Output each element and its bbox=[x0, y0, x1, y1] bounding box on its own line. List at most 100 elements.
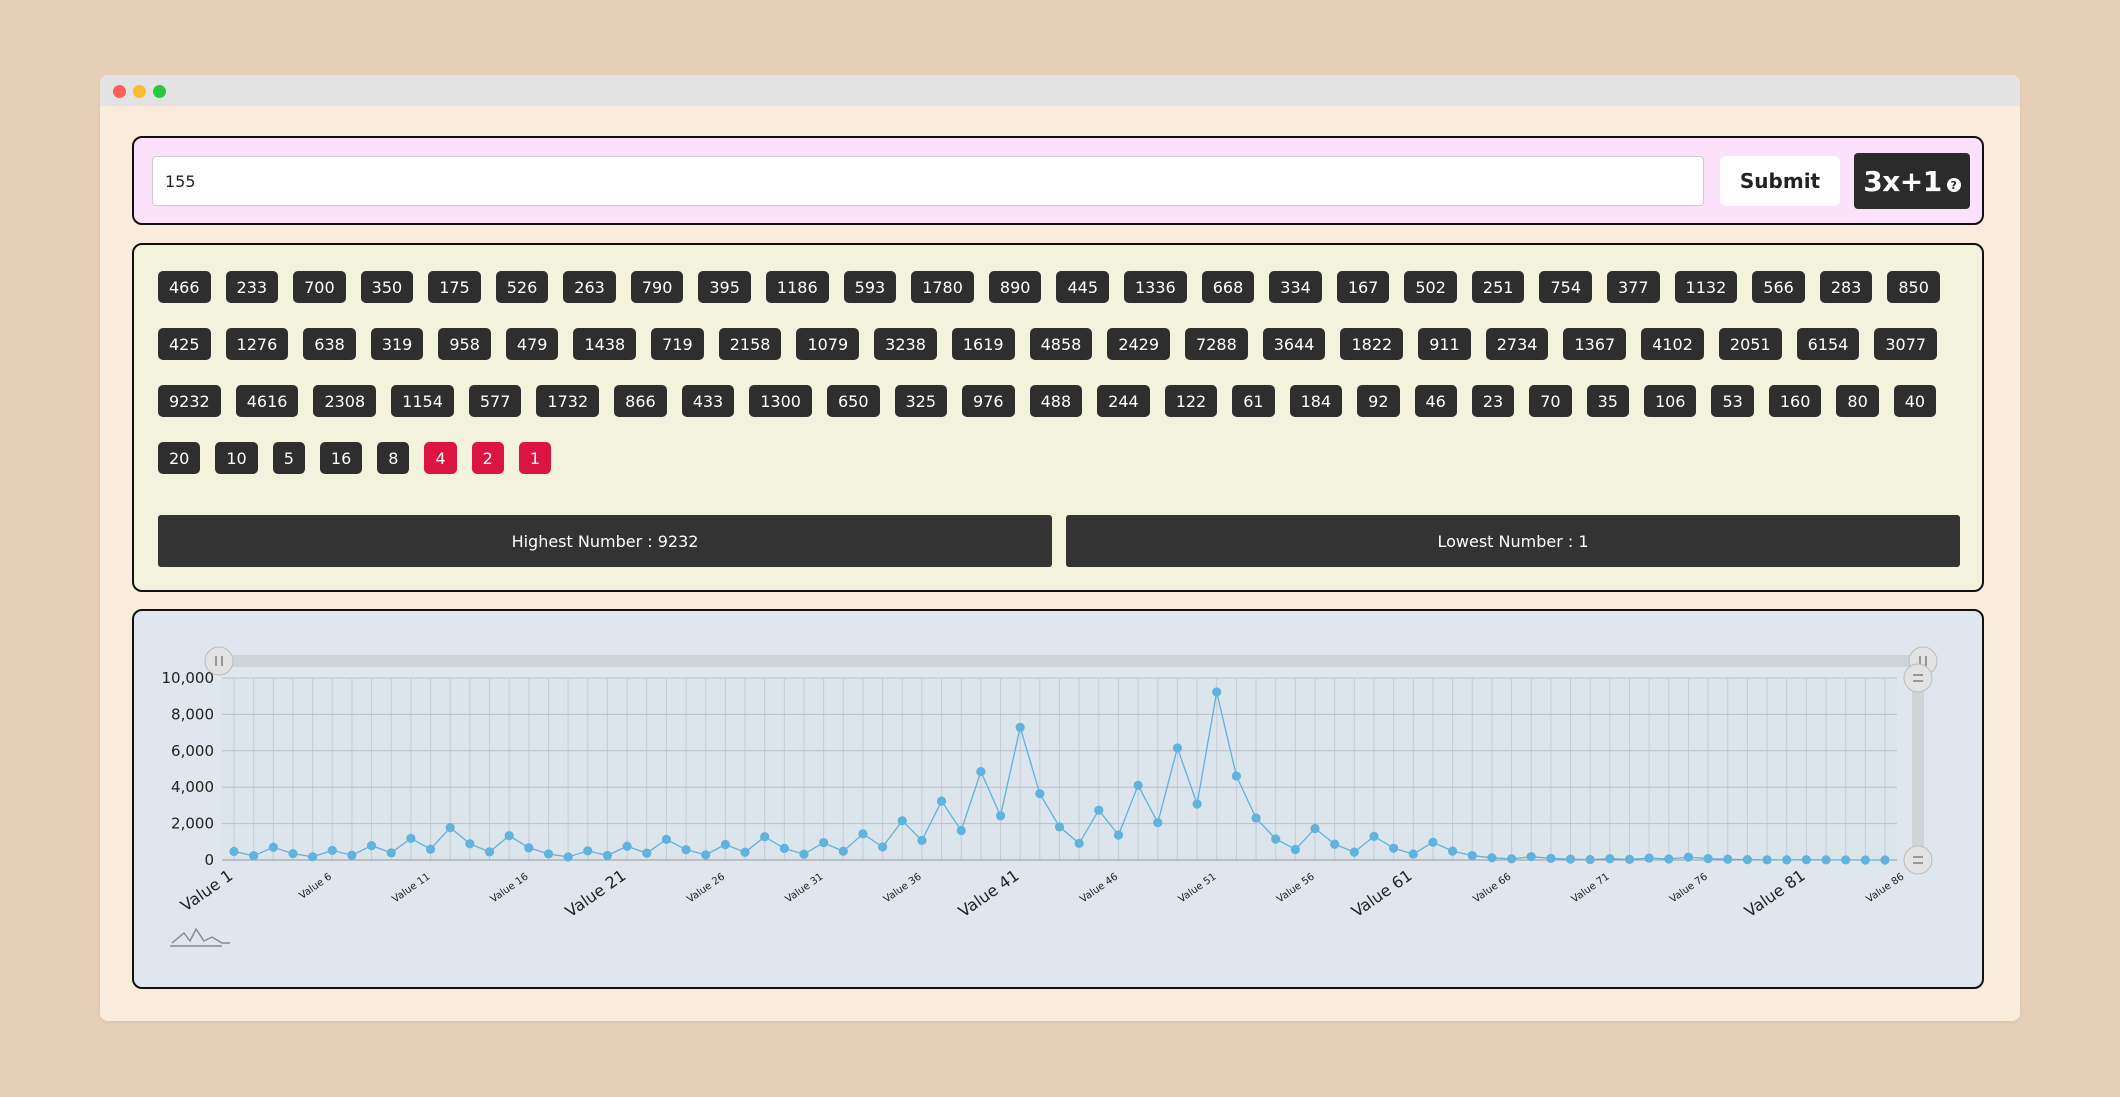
sequence-chip: 1336 bbox=[1124, 271, 1187, 303]
data-point bbox=[1369, 831, 1379, 841]
x-tick-label: Value 51 bbox=[1177, 871, 1219, 905]
minimize-window-icon[interactable] bbox=[133, 85, 146, 98]
data-point bbox=[1526, 852, 1536, 862]
sequence-chip: 1619 bbox=[951, 328, 1015, 360]
data-point bbox=[1605, 854, 1615, 864]
data-point bbox=[1153, 818, 1163, 828]
sequence-chip: 1780 bbox=[911, 271, 974, 303]
close-window-icon[interactable] bbox=[113, 85, 126, 98]
number-input[interactable] bbox=[152, 156, 1704, 206]
sequence-chip: 325 bbox=[894, 385, 948, 417]
data-point bbox=[1565, 854, 1576, 864]
data-point bbox=[1408, 849, 1418, 859]
sequence-chip: 46 bbox=[1414, 385, 1457, 417]
sequence-chip: 80 bbox=[1836, 385, 1879, 417]
data-point bbox=[720, 839, 730, 850]
sequence-chip: 395 bbox=[698, 271, 751, 303]
data-point bbox=[504, 831, 514, 841]
x-tick-label: Value 71 bbox=[1570, 871, 1612, 905]
data-point bbox=[288, 849, 298, 859]
data-point bbox=[1113, 830, 1124, 840]
data-point bbox=[1054, 822, 1065, 832]
data-point bbox=[1310, 823, 1320, 834]
lowest-number-stat: Lowest Number : 1 bbox=[1066, 515, 1960, 567]
sequence-chip: 3238 bbox=[874, 328, 937, 360]
data-point bbox=[740, 847, 750, 857]
sequence-chip: 650 bbox=[826, 385, 880, 417]
sequence-chip: 566 bbox=[1752, 271, 1805, 303]
sequence-chip: 3077 bbox=[1874, 328, 1938, 360]
chart-preview-icon[interactable] bbox=[171, 927, 230, 944]
brand-title: 3x+1 bbox=[1863, 164, 1942, 198]
sequence-chart: 02,0004,0006,0008,00010,000Value 1 Value … bbox=[162, 646, 1938, 947]
data-point bbox=[1447, 846, 1458, 856]
data-point bbox=[1860, 855, 1870, 865]
sequence-chip: 1132 bbox=[1674, 271, 1738, 303]
y-tick-label: 6,000 bbox=[171, 742, 214, 760]
data-point bbox=[425, 844, 436, 854]
sequence-chip: 2429 bbox=[1107, 328, 1171, 360]
y-tick-label: 2,000 bbox=[171, 815, 214, 833]
data-point bbox=[622, 841, 632, 851]
sequence-chip: 283 bbox=[1819, 271, 1873, 303]
data-point bbox=[1467, 850, 1477, 861]
sequence-chip: 4102 bbox=[1641, 328, 1704, 360]
data-point bbox=[583, 846, 593, 856]
sequence-chip: 319 bbox=[370, 328, 424, 360]
sequence-chip: 167 bbox=[1336, 271, 1390, 303]
y-tick-label: 4,000 bbox=[171, 778, 214, 796]
data-point bbox=[701, 850, 711, 860]
sequence-chip: 466 bbox=[158, 271, 211, 303]
x-tick-label: Value 21 bbox=[562, 866, 630, 921]
sequence-chip: 700 bbox=[293, 271, 346, 303]
sequence-chip: 350 bbox=[360, 271, 414, 303]
app-window: Submit 3x+1 ? 46623370035017552626379039… bbox=[100, 75, 2020, 1021]
sequence-chip: 61 bbox=[1232, 385, 1275, 417]
sequence-chip: 668 bbox=[1201, 271, 1255, 303]
zoom-handle[interactable] bbox=[204, 646, 234, 676]
data-point bbox=[229, 846, 239, 857]
data-point bbox=[1644, 853, 1654, 863]
sequence-chip: 70 bbox=[1529, 385, 1572, 417]
sequence-chip: 2051 bbox=[1718, 328, 1782, 360]
x-tick-label: Value 61 bbox=[1348, 866, 1416, 921]
x-tick-label: Value 56 bbox=[1275, 871, 1317, 905]
sequence-chip: 911 bbox=[1418, 328, 1471, 360]
sequence-chip: 10 bbox=[215, 442, 258, 474]
data-point bbox=[838, 846, 848, 856]
sequence-chip: 9232 bbox=[158, 385, 221, 417]
sequence-chip: 488 bbox=[1029, 385, 1083, 417]
sequence-chip: 790 bbox=[630, 271, 684, 303]
submit-button[interactable]: Submit bbox=[1720, 156, 1840, 206]
data-point bbox=[1074, 838, 1084, 849]
zoom-handle[interactable] bbox=[1903, 845, 1933, 875]
sequence-chip: 160 bbox=[1768, 385, 1822, 417]
sequence-chip: 976 bbox=[962, 385, 1015, 417]
data-point bbox=[484, 847, 495, 857]
sequence-chip: 958 bbox=[438, 328, 491, 360]
help-icon[interactable]: ? bbox=[1946, 178, 1961, 192]
sequence-chip: 5 bbox=[272, 442, 305, 474]
sequence-chip: 433 bbox=[681, 385, 735, 417]
data-point bbox=[1349, 847, 1359, 857]
zoom-handle[interactable] bbox=[1903, 663, 1933, 693]
data-point bbox=[917, 835, 927, 845]
x-tick-label: Value 36 bbox=[882, 871, 924, 905]
data-point bbox=[1506, 854, 1517, 864]
data-point bbox=[1664, 854, 1674, 864]
horizontal-zoom-track bbox=[208, 655, 1911, 667]
sequence-chip: 754 bbox=[1539, 271, 1592, 303]
data-point bbox=[661, 834, 672, 844]
sequence-chip: 3644 bbox=[1262, 328, 1326, 360]
sequence-chip: 866 bbox=[614, 385, 667, 417]
data-point bbox=[1546, 853, 1556, 863]
brand-badge: 3x+1 ? bbox=[1854, 153, 1970, 209]
sequence-chip: 502 bbox=[1404, 271, 1457, 303]
sequence-chip: 577 bbox=[468, 385, 522, 417]
maximize-window-icon[interactable] bbox=[153, 85, 166, 98]
sequence-chip: 7288 bbox=[1185, 328, 1248, 360]
sequence-chip: 233 bbox=[225, 271, 279, 303]
sequence-chip: 334 bbox=[1269, 271, 1322, 303]
sequence-chip: 526 bbox=[495, 271, 549, 303]
data-point bbox=[1133, 780, 1143, 790]
